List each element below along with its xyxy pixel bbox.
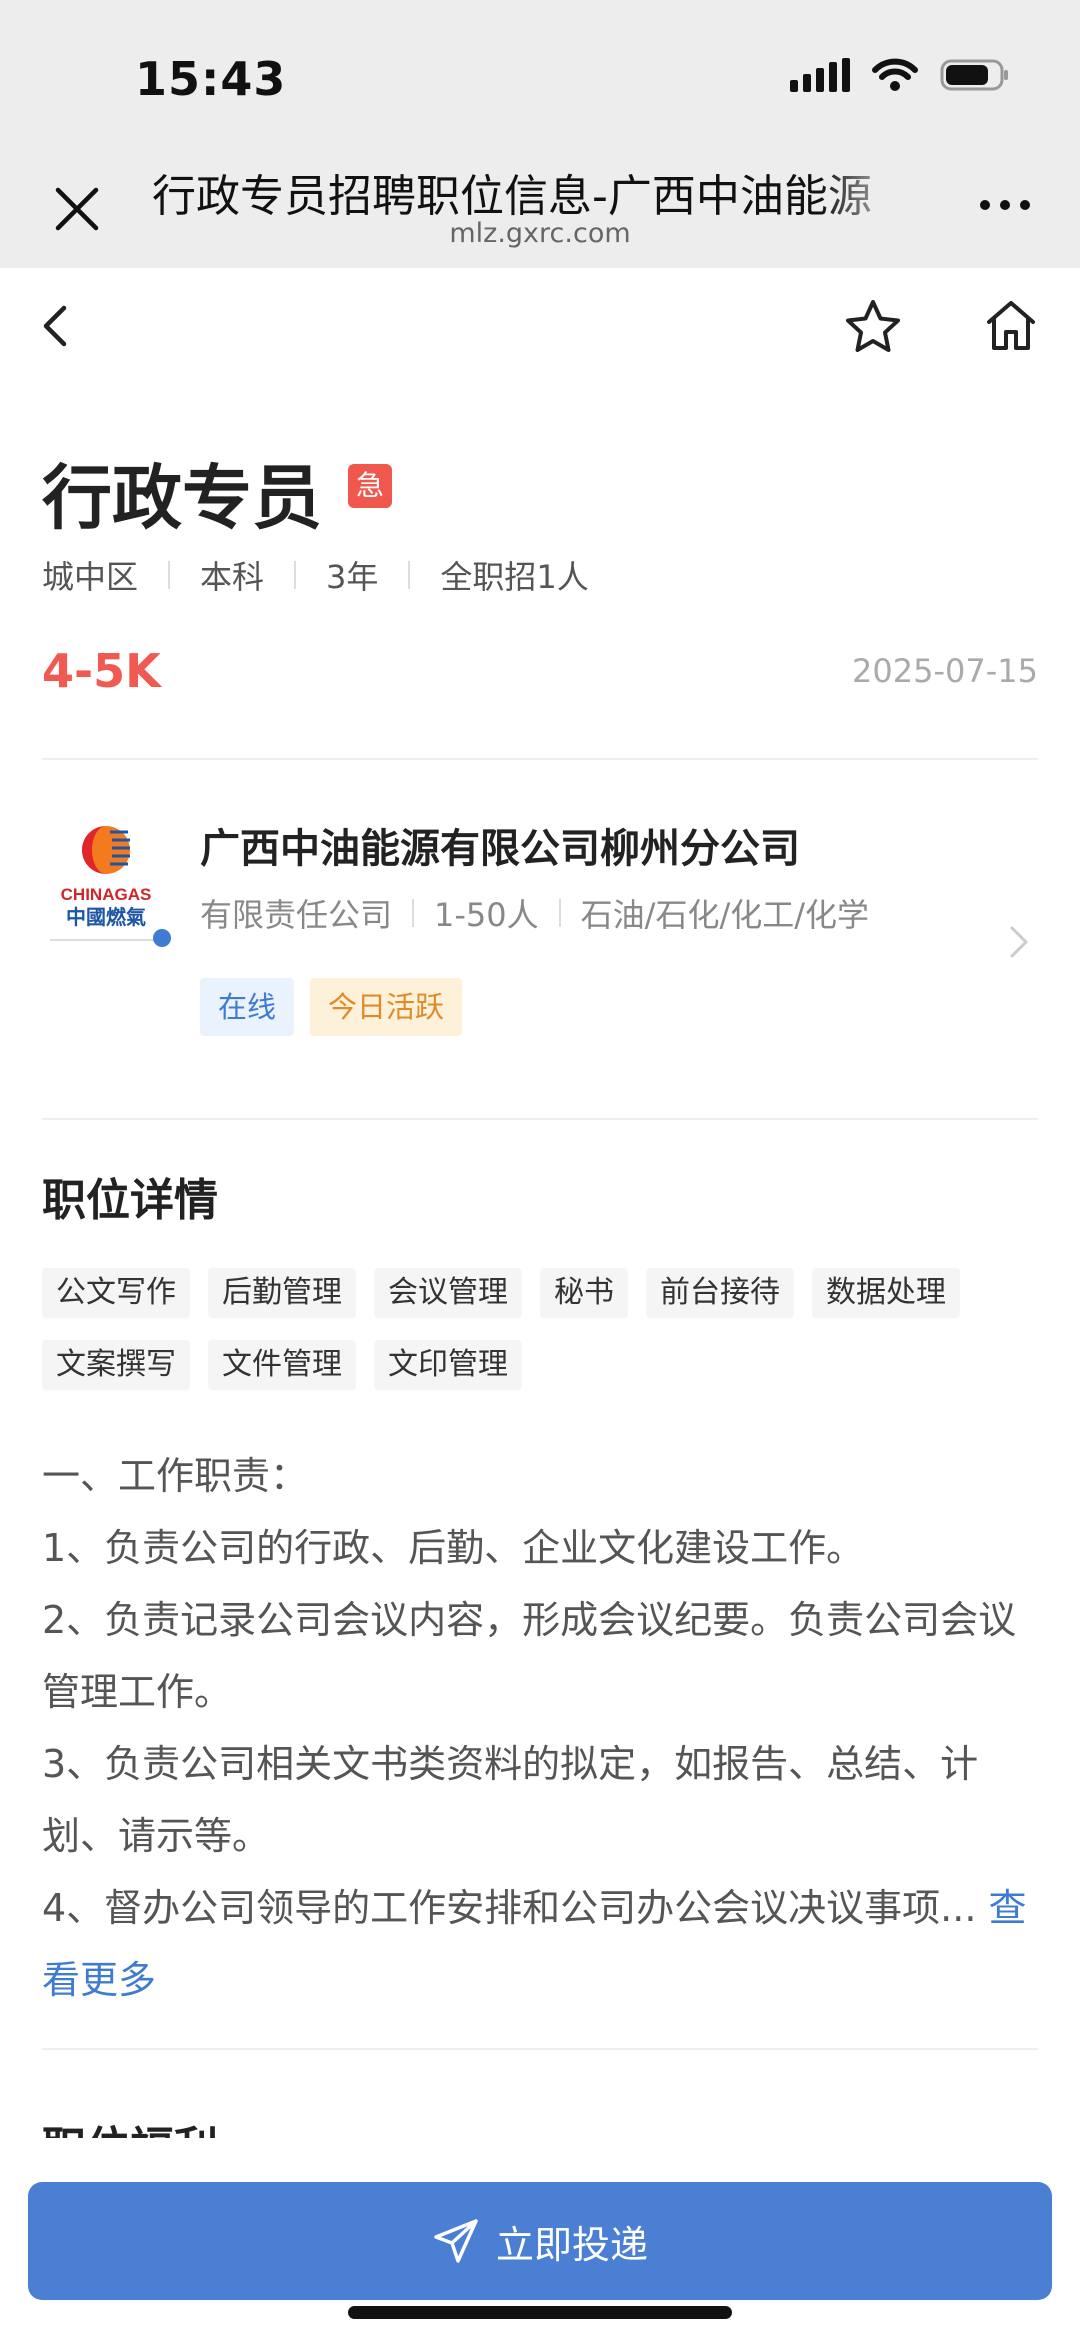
job-title: 行政专员 — [42, 457, 322, 539]
wifi-icon — [872, 58, 918, 91]
active-today-chip: 今日活跃 — [310, 978, 463, 1036]
description-line: 3、负责公司相关文书类资料的拟定，如报告、总结、计划、请示等。 — [42, 1742, 979, 1858]
job-salary: 4-5K — [42, 644, 161, 698]
post-date: 2025-07-15 — [852, 652, 1038, 690]
skill-tag: 数据处理 — [812, 1268, 960, 1318]
description-line: 2、负责记录公司会议内容，形成会议纪要。负责公司会议管理工作。 — [42, 1598, 1017, 1714]
browser-page-title: 行政专员招聘职位信息-广西中油能源 — [152, 171, 872, 222]
description-line: 4、督办公司领导的工作安排和公司办公会议决议事项... 查看更多 — [42, 1872, 1038, 2016]
battery-icon — [940, 59, 1008, 91]
company-name[interactable]: 广西中油能源有限公司柳州分公司 — [200, 816, 800, 874]
job-education: 本科 — [200, 558, 265, 596]
job-experience: 3年 — [326, 558, 379, 596]
company-type: 有限责任公司 — [200, 896, 393, 934]
skill-tag: 公文写作 — [42, 1268, 190, 1318]
company-industry: 石油/石化/化工/化学 — [580, 896, 870, 934]
skill-tags: 公文写作 后勤管理 会议管理 秘书 前台接待 数据处理 文案撰写 文件管理 文印… — [42, 1268, 1042, 1390]
more-options-icon[interactable] — [980, 200, 1030, 210]
job-location: 城中区 — [42, 558, 139, 596]
skill-tag: 文印管理 — [374, 1340, 522, 1390]
online-chip: 在线 — [200, 978, 295, 1036]
chevron-right-icon[interactable] — [1008, 924, 1030, 960]
back-icon[interactable] — [38, 304, 74, 348]
company-size: 1-50人 — [434, 896, 539, 934]
job-description: 一、工作职责： 1、负责公司的行政、后勤、企业文化建设工作。 2、负责记录公司会… — [42, 1440, 1038, 2016]
status-time: 15:43 — [135, 52, 287, 106]
send-icon — [434, 2219, 478, 2263]
divider — [42, 2048, 1038, 2050]
browser-url: mlz.gxrc.com — [449, 218, 631, 249]
cellular-signal-icon — [790, 58, 850, 92]
apply-now-label: 立即投递 — [495, 2222, 648, 2267]
section-title-job-details: 职位详情 — [42, 1175, 218, 1226]
svg-text:中國燃氣: 中國燃氣 — [66, 905, 146, 929]
description-text: 4、督办公司领导的工作安排和公司办公会议决议事项... — [42, 1886, 977, 1930]
skill-tag: 秘书 — [540, 1268, 628, 1318]
status-icons — [790, 58, 1010, 92]
home-icon[interactable] — [984, 298, 1038, 352]
company-meta: 有限责任公司 1-50人 石油/石化/化工/化学 — [200, 890, 869, 936]
skill-tag: 前台接待 — [646, 1268, 794, 1318]
company-logo: CHINAGAS 中國燃氣 — [50, 826, 171, 947]
svg-text:CHINAGAS: CHINAGAS — [61, 885, 152, 904]
skill-tag: 文案撰写 — [42, 1340, 190, 1390]
skill-tag: 会议管理 — [374, 1268, 522, 1318]
job-meta: 城中区 本科 3年 全职招1人 — [42, 552, 589, 598]
favorite-star-icon[interactable] — [844, 298, 902, 356]
section-title-benefits: 职位福利 — [42, 2112, 218, 2138]
apply-now-button[interactable]: 立即投递 — [28, 2182, 1052, 2300]
skill-tag: 后勤管理 — [208, 1268, 356, 1318]
divider — [42, 1118, 1038, 1120]
urgent-badge: 急 — [348, 464, 392, 508]
description-line: 1、负责公司的行政、后勤、企业文化建设工作。 — [42, 1526, 865, 1570]
job-type: 全职招1人 — [440, 558, 589, 596]
browser-chrome: 15:43 行政专员招聘职位信息-广西中油能源 mlz.gxrc.com — [0, 0, 1080, 268]
skill-tag: 文件管理 — [208, 1340, 356, 1390]
description-line: 一、工作职责： — [42, 1454, 309, 1498]
home-indicator — [348, 2306, 732, 2319]
divider — [42, 758, 1038, 760]
